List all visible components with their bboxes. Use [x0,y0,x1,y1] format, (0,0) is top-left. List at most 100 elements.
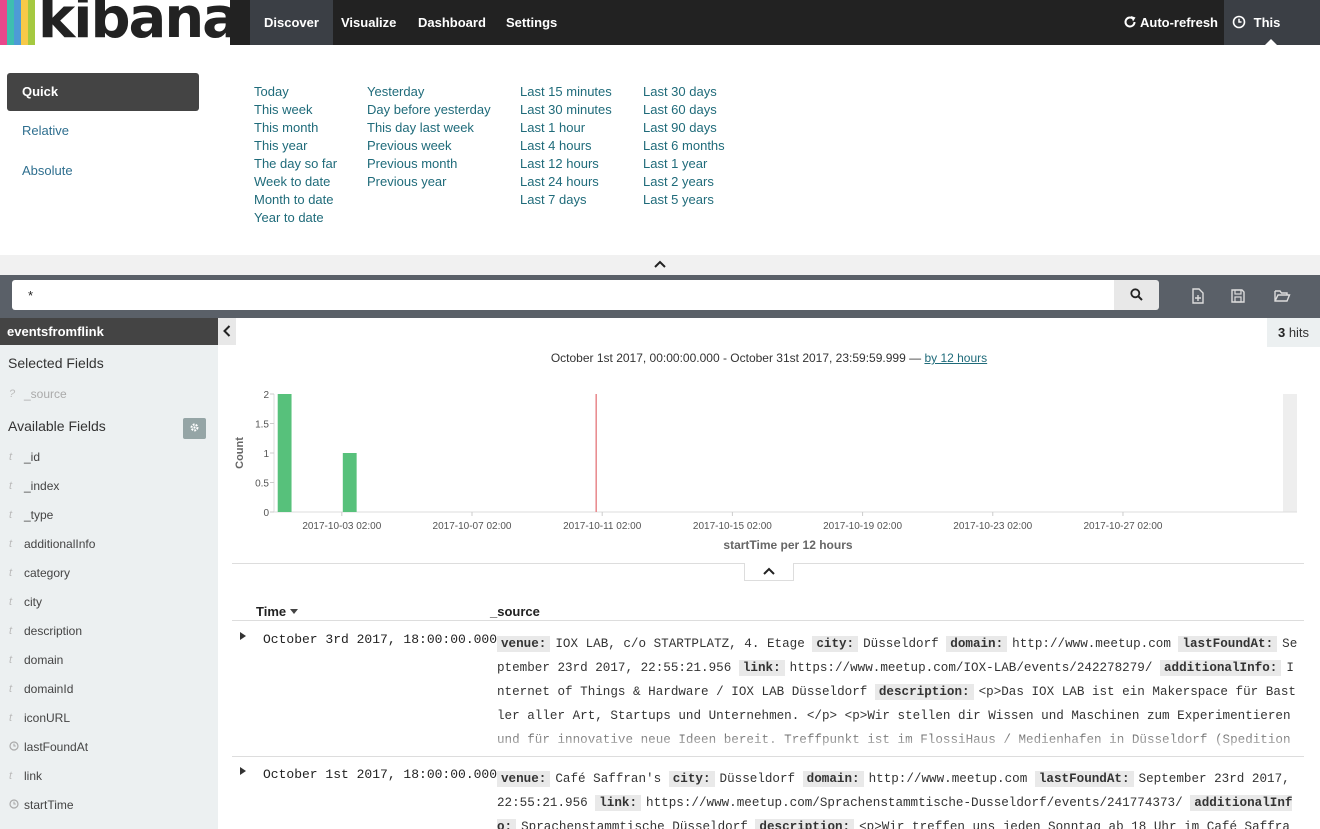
quick-option[interactable]: Month to date [254,191,337,209]
search-input[interactable] [12,280,1114,310]
quick-option[interactable]: The day so far [254,155,337,173]
quick-column-4: Last 30 days Last 60 days Last 90 days L… [643,83,725,209]
field-item-additionalInfo[interactable]: t additionalInfo [0,530,218,559]
auto-refresh-button[interactable]: Auto-refresh [1123,0,1218,45]
timepicker-panel: Quick Relative Absolute Today This week … [0,45,1320,275]
field-item-domain[interactable]: t domain [0,646,218,675]
quick-option[interactable]: Last 7 days [520,191,612,209]
field-item-index[interactable]: t _index [0,472,218,501]
chart-collapse-button[interactable] [744,563,794,581]
field-name: category [24,566,71,580]
quick-option[interactable]: Last 1 year [643,155,725,173]
tab-discover[interactable]: Discover [250,0,333,45]
field-item-link[interactable]: t link [0,762,218,791]
chevron-left-icon [223,325,231,337]
quick-option[interactable]: Yesterday [367,83,491,101]
search-button[interactable] [1114,280,1159,310]
new-search-icon[interactable] [1188,286,1208,306]
x-tick-label: 2017-10-07 02:00 [433,521,512,532]
field-item-description[interactable]: t description [0,617,218,646]
quick-option[interactable]: Last 60 days [643,101,725,119]
timepicker-collapse-button[interactable] [0,255,1320,275]
quick-option[interactable]: Today [254,83,337,101]
quick-option[interactable]: Last 2 years [643,173,725,191]
source-field-value: Düsseldorf [863,637,947,651]
sort-desc-icon[interactable] [289,609,298,615]
field-item-domainId[interactable]: t domainId [0,675,218,704]
query-bar [0,275,1320,318]
tab-settings[interactable]: Settings [492,0,571,45]
quick-option[interactable]: Last 4 hours [520,137,612,155]
chevron-up-icon [763,567,775,575]
tab-dashboard[interactable]: Dashboard [404,0,500,45]
quick-option[interactable]: This day last week [367,119,491,137]
gear-icon [190,423,199,432]
clock-icon [1232,15,1246,29]
field-item-lastFoundAt[interactable]: lastFoundAt [0,733,218,762]
quick-option[interactable]: Last 12 hours [520,155,612,173]
field-item-source[interactable]: ? _source [0,380,218,409]
histogram-bar [342,453,357,512]
quick-option[interactable]: This year [254,137,337,155]
chart-end-band [1283,394,1297,512]
save-icon[interactable] [1228,286,1248,306]
source-field-value: Café Saffran's [555,772,669,786]
field-item-id[interactable]: t _id [0,443,218,472]
mode-relative[interactable]: Relative [7,112,199,150]
source-field-key: lastFoundAt: [1178,636,1278,652]
caret-right-icon[interactable] [240,632,246,643]
index-pattern-name[interactable]: eventsfromflink [0,318,218,345]
folder-open-icon[interactable] [1272,286,1292,306]
field-type-icon: t [9,596,13,608]
source-field-key: description: [755,819,855,829]
source-field-key: domain: [802,771,864,787]
interval-link[interactable]: by 12 hours [924,351,987,365]
mode-quick[interactable]: Quick [7,73,199,111]
field-type-icon: t [9,538,13,550]
kibana-logo[interactable]: kibana [0,0,230,45]
quick-option[interactable]: Last 24 hours [520,173,612,191]
quick-option[interactable]: Last 5 years [643,191,725,209]
quick-option[interactable]: Previous month [367,155,491,173]
field-settings-button[interactable] [183,418,206,439]
field-item-category[interactable]: t category [0,559,218,588]
quick-option[interactable]: Last 15 minutes [520,83,612,101]
field-type-icon: t [9,770,13,782]
row-divider [232,756,1304,757]
quick-option[interactable]: This week [254,101,337,119]
source-field-key: city: [668,771,715,787]
quick-option[interactable]: Year to date [254,209,337,227]
hits-count: 3 hits [1267,318,1320,347]
field-item-iconURL[interactable]: t iconURL [0,704,218,733]
row-time: October 1st 2017, 18:00:00.000 [263,767,498,782]
quick-column-3: Last 15 minutes Last 30 minutes Last 1 h… [520,83,612,209]
source-field-key: domain: [946,636,1008,652]
field-item-city[interactable]: t city [0,588,218,617]
quick-option[interactable]: Last 1 hour [520,119,612,137]
quick-option[interactable]: Last 90 days [643,119,725,137]
field-type-icon: t [9,480,13,492]
mode-absolute[interactable]: Absolute [7,152,199,190]
quick-option[interactable]: Week to date [254,173,337,191]
y-tick-label: 1 [263,449,269,460]
quick-option[interactable]: Last 6 months [643,137,725,155]
quick-option[interactable]: This month [254,119,337,137]
source-field-value: http://www.meetup.com [1012,637,1179,651]
tab-visualize[interactable]: Visualize [327,0,410,45]
collapse-sidebar-button[interactable] [218,318,236,345]
field-item-type[interactable]: t _type [0,501,218,530]
column-header-time-label: Time [256,604,287,619]
column-header-time[interactable]: Time [256,604,298,619]
quick-option[interactable]: Last 30 minutes [520,101,612,119]
source-field-key: additionalInfo: [1159,660,1282,676]
quick-option[interactable]: Previous week [367,137,491,155]
quick-option[interactable]: Day before yesterday [367,101,491,119]
quick-option[interactable]: Previous year [367,173,491,191]
hits-number: 3 [1277,325,1286,340]
timepicker-button[interactable]: This month [1224,0,1320,75]
y-tick-label: 0.5 [255,479,269,490]
field-item-startTime[interactable]: startTime [0,791,218,820]
field-type-icon: t [9,509,13,521]
quick-option[interactable]: Last 30 days [643,83,725,101]
caret-right-icon[interactable] [240,767,246,778]
